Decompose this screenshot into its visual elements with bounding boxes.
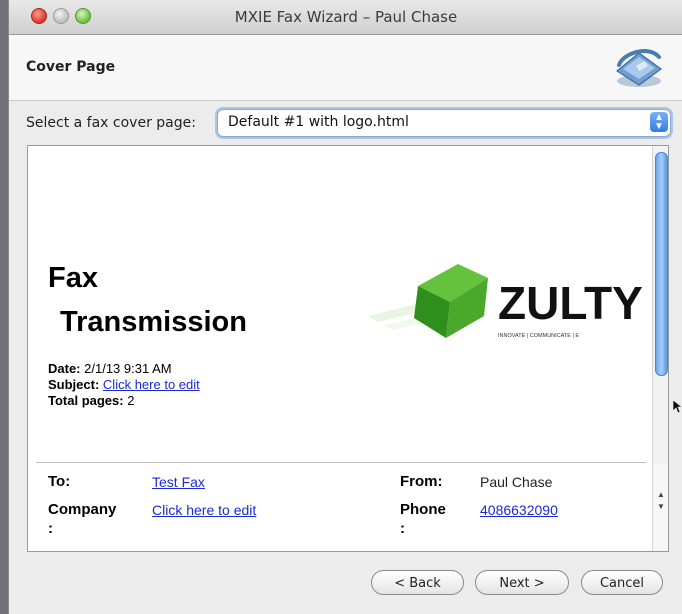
fax-machine-icon — [615, 49, 663, 87]
date-label: Date: — [48, 361, 81, 376]
subject-row: Subject: Click here to edit — [48, 377, 200, 392]
company-colon: : — [48, 520, 53, 537]
details-scrollbar[interactable]: ▲ ▼ — [652, 464, 668, 551]
date-value: 2/1/13 9:31 AM — [84, 361, 172, 376]
back-button[interactable]: < Back — [371, 570, 464, 595]
date-row: Date: 2/1/13 9:31 AM — [48, 361, 172, 376]
select-arrows-icon[interactable]: ▲ ▼ — [650, 112, 668, 132]
title-bar[interactable]: MXIE Fax Wizard – Paul Chase — [9, 0, 682, 35]
cover-page-preview: Fax Transmission ZULTY INNOVATE | COMMUN… — [27, 145, 669, 552]
phone-value-link[interactable]: 4086632090 — [480, 502, 558, 518]
fax-heading-line1: Fax — [48, 262, 98, 294]
company-label: Company — [48, 501, 117, 518]
wizard-header: Cover Page — [9, 35, 682, 101]
logo-tagline: INNOVATE | COMMUNICATE | E — [498, 333, 579, 339]
scroll-up-icon[interactable]: ▲ — [657, 490, 665, 499]
fax-heading-line2: Transmission — [60, 306, 247, 338]
to-value-link[interactable]: Test Fax — [152, 474, 205, 490]
phone-label: Phone — [400, 501, 446, 518]
window-title: MXIE Fax Wizard – Paul Chase — [234, 8, 458, 26]
next-button[interactable]: Next > — [475, 570, 569, 595]
phone-colon: : — [400, 520, 405, 537]
zultys-logo: ZULTY INNOVATE | COMMUNICATE | E — [368, 264, 643, 339]
total-pages-label: Total pages: — [48, 393, 124, 408]
cover-page-select-value: Default #1 with logo.html — [228, 114, 409, 130]
from-label: From: — [400, 473, 443, 490]
divider — [36, 462, 646, 463]
cover-page-select[interactable]: Default #1 with logo.html ▲ ▼ — [217, 109, 671, 137]
total-pages-value: 2 — [127, 393, 135, 408]
subject-edit-link[interactable]: Click here to edit — [103, 377, 200, 392]
to-label: To: — [48, 473, 71, 490]
scroll-down-icon[interactable]: ▼ — [657, 502, 665, 511]
cover-page-select-label: Select a fax cover page: — [26, 115, 196, 131]
total-pages-row: Total pages: 2 — [48, 393, 134, 408]
mouse-pointer-icon — [673, 400, 682, 414]
logo-text: ZULTY — [498, 277, 643, 329]
subject-label: Subject: — [48, 377, 100, 392]
cancel-button[interactable]: Cancel — [581, 570, 663, 595]
fax-wizard-window: MXIE Fax Wizard – Paul Chase Cover Page … — [8, 0, 682, 614]
page-title: Cover Page — [26, 59, 116, 75]
preview-scrollbar-thumb[interactable] — [655, 152, 668, 376]
company-edit-link[interactable]: Click here to edit — [152, 502, 256, 518]
from-value: Paul Chase — [480, 474, 553, 490]
